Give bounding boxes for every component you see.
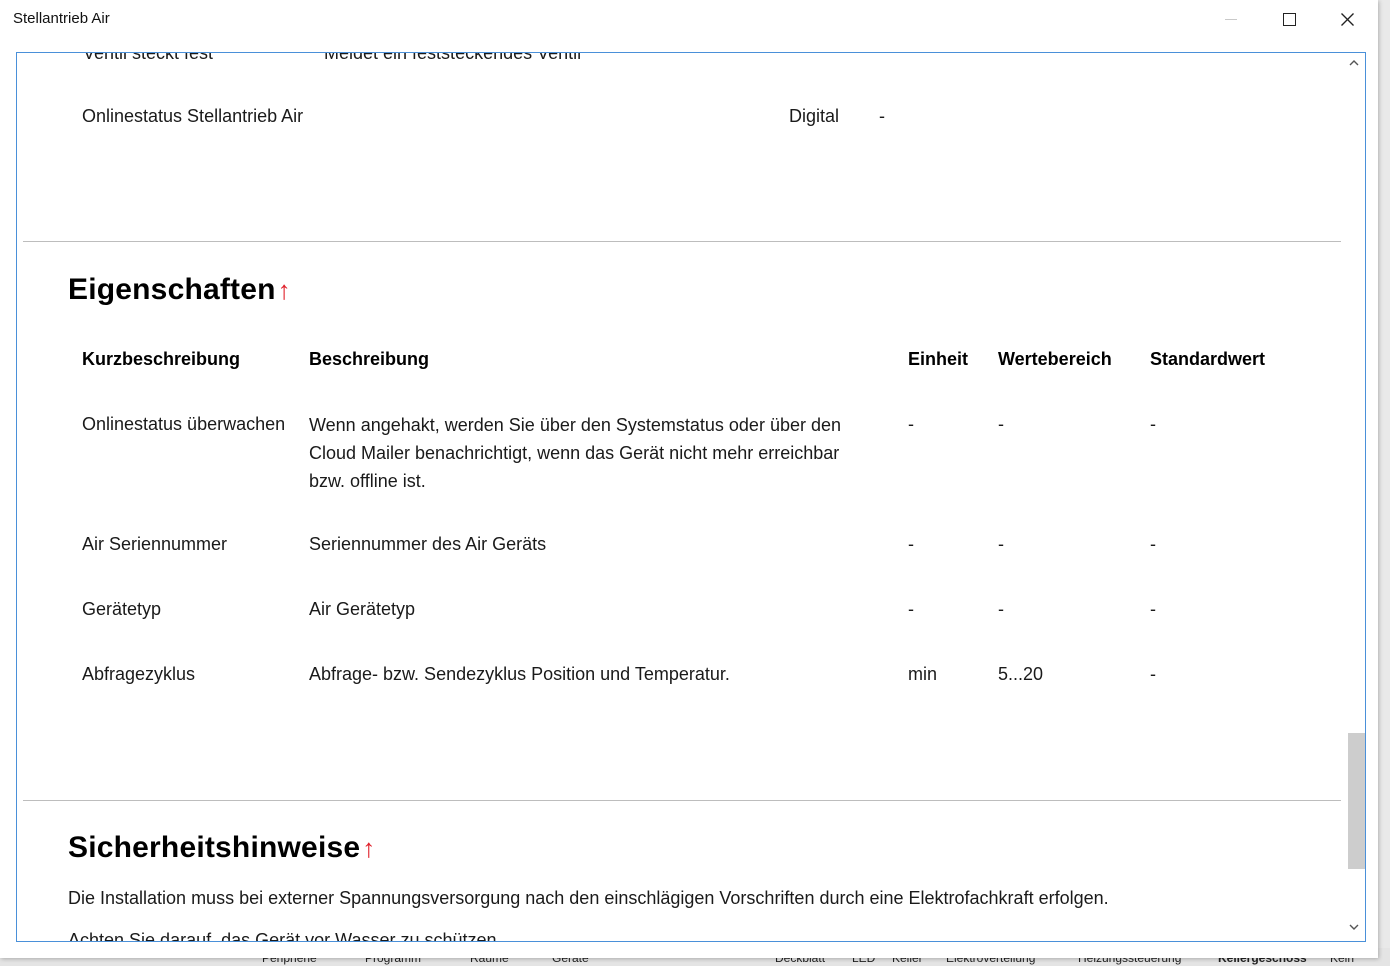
maximize-button[interactable] [1260,0,1318,38]
scrollbar-thumb[interactable] [1348,733,1365,869]
online-row-name: Onlinestatus Stellantrieb Air [82,106,304,126]
table-cell-kurz: Onlinestatus überwachen [82,414,286,434]
online-row-type: Digital [789,106,840,126]
table-cell-standardwert: - [1150,414,1156,434]
table-cell-einheit: - [908,414,914,434]
maximize-icon [1282,12,1296,26]
column-header-einheit: Einheit [908,349,969,369]
table-cell-wertebereich: - [998,599,1004,619]
table-cell-einheit: min [908,664,938,684]
minimize-button[interactable] [1202,0,1260,38]
help-window: Stellantrieb Air Ventil steckt fest Meld… [0,0,1378,958]
table-cell-wertebereich: 5...20 [998,664,1044,684]
vertical-scrollbar[interactable] [1343,53,1365,941]
partial-row-name: Ventil steckt fest [83,52,214,63]
section-divider [23,241,1341,242]
title-bar[interactable]: Stellantrieb Air [0,0,1378,38]
heading-text: Eigenschaften [68,273,276,306]
close-button[interactable] [1318,0,1376,38]
window-title: Stellantrieb Air [13,10,110,27]
help-content-frame: Ventil steckt fest Meldet ein feststecke… [16,52,1366,942]
table-cell-beschreibung: Air Gerätetyp [309,599,416,619]
column-header-standardwert: Standardwert [1150,349,1266,369]
heading-text: Sicherheitshinweise [68,831,361,864]
table-cell-standardwert: - [1150,664,1156,684]
column-header-beschreibung: Beschreibung [309,349,430,369]
close-icon [1340,12,1354,26]
safety-text-installation: Die Installation muss bei externer Spann… [68,888,1109,908]
partial-row-description: Meldet ein feststeckendes Ventil [324,52,582,63]
table-cell-beschreibung: Seriennummer des Air Geräts [309,534,547,554]
table-cell-einheit: - [908,599,914,619]
table-cell-kurz: Abfragezyklus [82,664,196,684]
minimize-icon [1225,18,1237,20]
table-cell-beschreibung: Wenn angehakt, werden Sie über den Syste… [309,415,842,491]
table-cell-einheit: - [908,534,914,554]
back-to-top-link[interactable]: ↑ [362,833,375,863]
table-cell-kurz: Air Seriennummer [82,534,228,554]
safety-text-water: Achten Sie darauf, das Gerät vor Wasser … [68,930,502,942]
back-to-top-link[interactable]: ↑ [278,275,291,305]
table-cell-standardwert: - [1150,599,1156,619]
online-row-value: - [879,106,885,126]
scroll-down-arrow-icon[interactable] [1347,921,1361,937]
background-app-edge [1378,0,1390,966]
table-cell-wertebereich: - [998,534,1004,554]
table-cell-standardwert: - [1150,534,1156,554]
table-cell-wertebereich: - [998,414,1004,434]
scroll-up-arrow-icon[interactable] [1347,57,1361,73]
section-divider [23,800,1341,801]
table-cell-beschreibung: Abfrage- bzw. Sendezyklus Position und T… [309,664,730,684]
section-heading-eigenschaften: Eigenschaften↑ [68,273,291,307]
column-header-wertebereich: Wertebereich [998,349,1112,369]
table-cell-kurz: Gerätetyp [82,599,162,619]
help-content: Ventil steckt fest Meldet ein feststecke… [17,53,1343,941]
column-header-kurzbeschreibung: Kurzbeschreibung [82,349,241,369]
section-heading-sicherheitshinweise: Sicherheitshinweise↑ [68,831,375,865]
